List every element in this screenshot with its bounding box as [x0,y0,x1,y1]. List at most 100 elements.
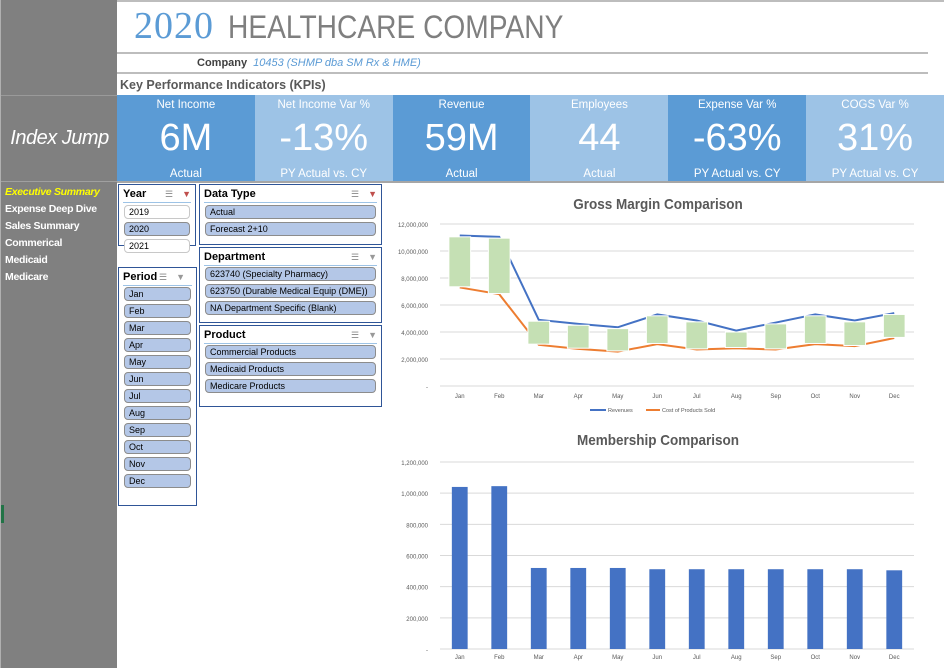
slicer-item[interactable]: Medicaid Products [205,362,376,376]
slicer-item[interactable]: Nov [124,457,191,471]
margin-box [487,237,511,295]
title-company: HEALTHCARE COMPANY [228,9,564,45]
sidebar-item-executive-summary[interactable]: Executive Summary [5,185,100,202]
y-tick-label: 10,000,000 [398,250,429,256]
margin-box [803,315,827,344]
x-tick-label: Nov [849,655,860,661]
slicer-item[interactable]: Jul [124,389,191,403]
margin-box [645,315,669,344]
clear-filter-icon[interactable]: ▼ [176,272,185,282]
kpi-tile-net-income-var-pct: Net Income Var % -13% PY Actual vs. CY [254,95,393,182]
header-top-rule [117,0,944,2]
kpi-title: Expense Var % [698,99,777,111]
slicer-title: Year [123,188,147,200]
period-slicer: Period ☰ ▼ Jan Feb Mar Apr May Jun Jul Aug Sep Oct No… [118,267,197,506]
margin-box [606,328,630,352]
kpi-subtitle: PY Actual vs. CY [280,168,368,180]
slicer-item[interactable]: Forecast 2+10 [205,222,376,236]
sidebar-item-medicaid[interactable]: Medicaid [5,253,100,270]
multi-select-icon[interactable]: ☰ [351,189,359,199]
x-tick-label: Jun [652,655,662,661]
company-value[interactable]: 10453 (SHMP dba SM Rx & HME) [253,57,421,69]
clear-filter-icon[interactable]: ▼ [182,189,191,199]
x-tick-label: Jan [455,655,465,661]
sidebar-item-commerical[interactable]: Commerical [5,236,100,253]
slicer-item[interactable]: 2021 [124,239,190,253]
slicer-title: Data Type [204,188,256,200]
x-tick-label: Aug [731,655,742,661]
slicer-item[interactable]: 2019 [124,205,190,219]
kpi-subtitle: PY Actual vs. CY [831,168,919,180]
slicer-item[interactable]: Mar [124,321,191,335]
x-tick-label: Nov [849,394,860,400]
slicer-item[interactable]: Jun [124,372,191,386]
y-tick-label: 400,000 [406,586,428,592]
legend-cogs-label: Cost of Products Sold [662,408,715,414]
x-tick-label: Mar [534,655,544,661]
cogs-line [459,286,895,353]
kpi-value: 59M [424,117,499,159]
slicer-item[interactable]: Aug [124,406,191,420]
y-tick-label: - [426,385,428,391]
x-tick-label: Jul [693,655,701,661]
slicer-item[interactable]: Oct [124,440,191,454]
slicer-item[interactable]: Sep [124,423,191,437]
membership-bar [451,486,468,649]
x-tick-label: Dec [889,394,900,400]
slicer-header-rule [204,202,377,203]
membership-svg: - 200,000 400,000 600,000 800,000 1,000,000 1,… [401,461,914,661]
slicer-item[interactable]: 2020 [124,222,190,236]
multi-select-icon[interactable]: ☰ [165,189,173,199]
slicer-item[interactable]: Apr [124,338,191,352]
sidebar-item-sales-summary[interactable]: Sales Summary [5,219,100,236]
index-jump-label: Index Jump [1,95,118,182]
membership-bar [807,569,824,649]
clear-filter-icon[interactable]: ▼ [368,330,377,340]
margin-box [566,324,590,349]
slicer-item[interactable]: Actual [205,205,376,219]
kpi-value: -63% [692,117,782,159]
sidebar: Index Jump Executive Summary Expense Deep… [0,0,118,668]
sheet-selection-marker [1,505,4,523]
multi-select-icon[interactable]: ☰ [351,330,359,340]
gross-margin-chart: Gross Margin Comparison - 2,000,000 4,000,… [388,190,928,420]
y-tick-label: 4,000,000 [401,331,428,337]
multi-select-icon[interactable]: ☰ [351,252,359,262]
clear-filter-icon[interactable]: ▼ [368,252,377,262]
sidebar-item-expense-deep-dive[interactable]: Expense Deep Dive [5,202,100,219]
sidebar-item-medicare[interactable]: Medicare [5,270,100,287]
slicer-item[interactable]: NA Department Specific (Blank) [205,301,376,315]
slicer-item[interactable]: Medicare Products [205,379,376,393]
slicer-header-rule [204,265,377,266]
kpi-bottom-rule [117,181,944,183]
y-tick-label: 2,000,000 [401,358,428,364]
y-tick-label: 6,000,000 [401,304,428,310]
slicer-item[interactable]: 623740 (Specialty Pharmacy) [205,267,376,281]
membership-bar [491,486,508,649]
slicer-item[interactable]: Feb [124,304,191,318]
slicer-item[interactable]: Commercial Products [205,345,376,359]
kpi-value: 31% [837,117,914,159]
membership-bar [728,569,745,649]
x-tick-label: Feb [494,394,505,400]
title-year: 2020 [134,5,214,47]
x-tick-label: Feb [494,655,505,661]
kpi-tile-employees: Employees 44 Actual [530,95,669,182]
slicer-item[interactable]: Jan [124,287,191,301]
clear-filter-icon[interactable]: ▼ [368,189,377,199]
membership-bar [570,567,587,649]
slicer-item[interactable]: 623750 (Durable Medical Equip (DME)) [205,284,376,298]
x-tick-label: Oct [811,655,821,661]
membership-chart: Membership Comparison - 200,000 400,000 600… [388,426,928,668]
multi-select-icon[interactable]: ☰ [159,272,167,282]
slicer-title: Product [204,329,246,341]
membership-bar [886,570,903,649]
x-tick-label: May [612,394,623,400]
gross-margin-chart-title: Gross Margin Comparison [573,196,743,213]
x-tick-label: Dec [889,655,900,661]
kpi-subtitle: Actual [445,168,478,180]
slicer-item[interactable]: May [124,355,191,369]
slicer-item[interactable]: Dec [124,474,191,488]
slicer-title: Department [204,251,266,263]
y-tick-label: 1,200,000 [401,461,428,467]
